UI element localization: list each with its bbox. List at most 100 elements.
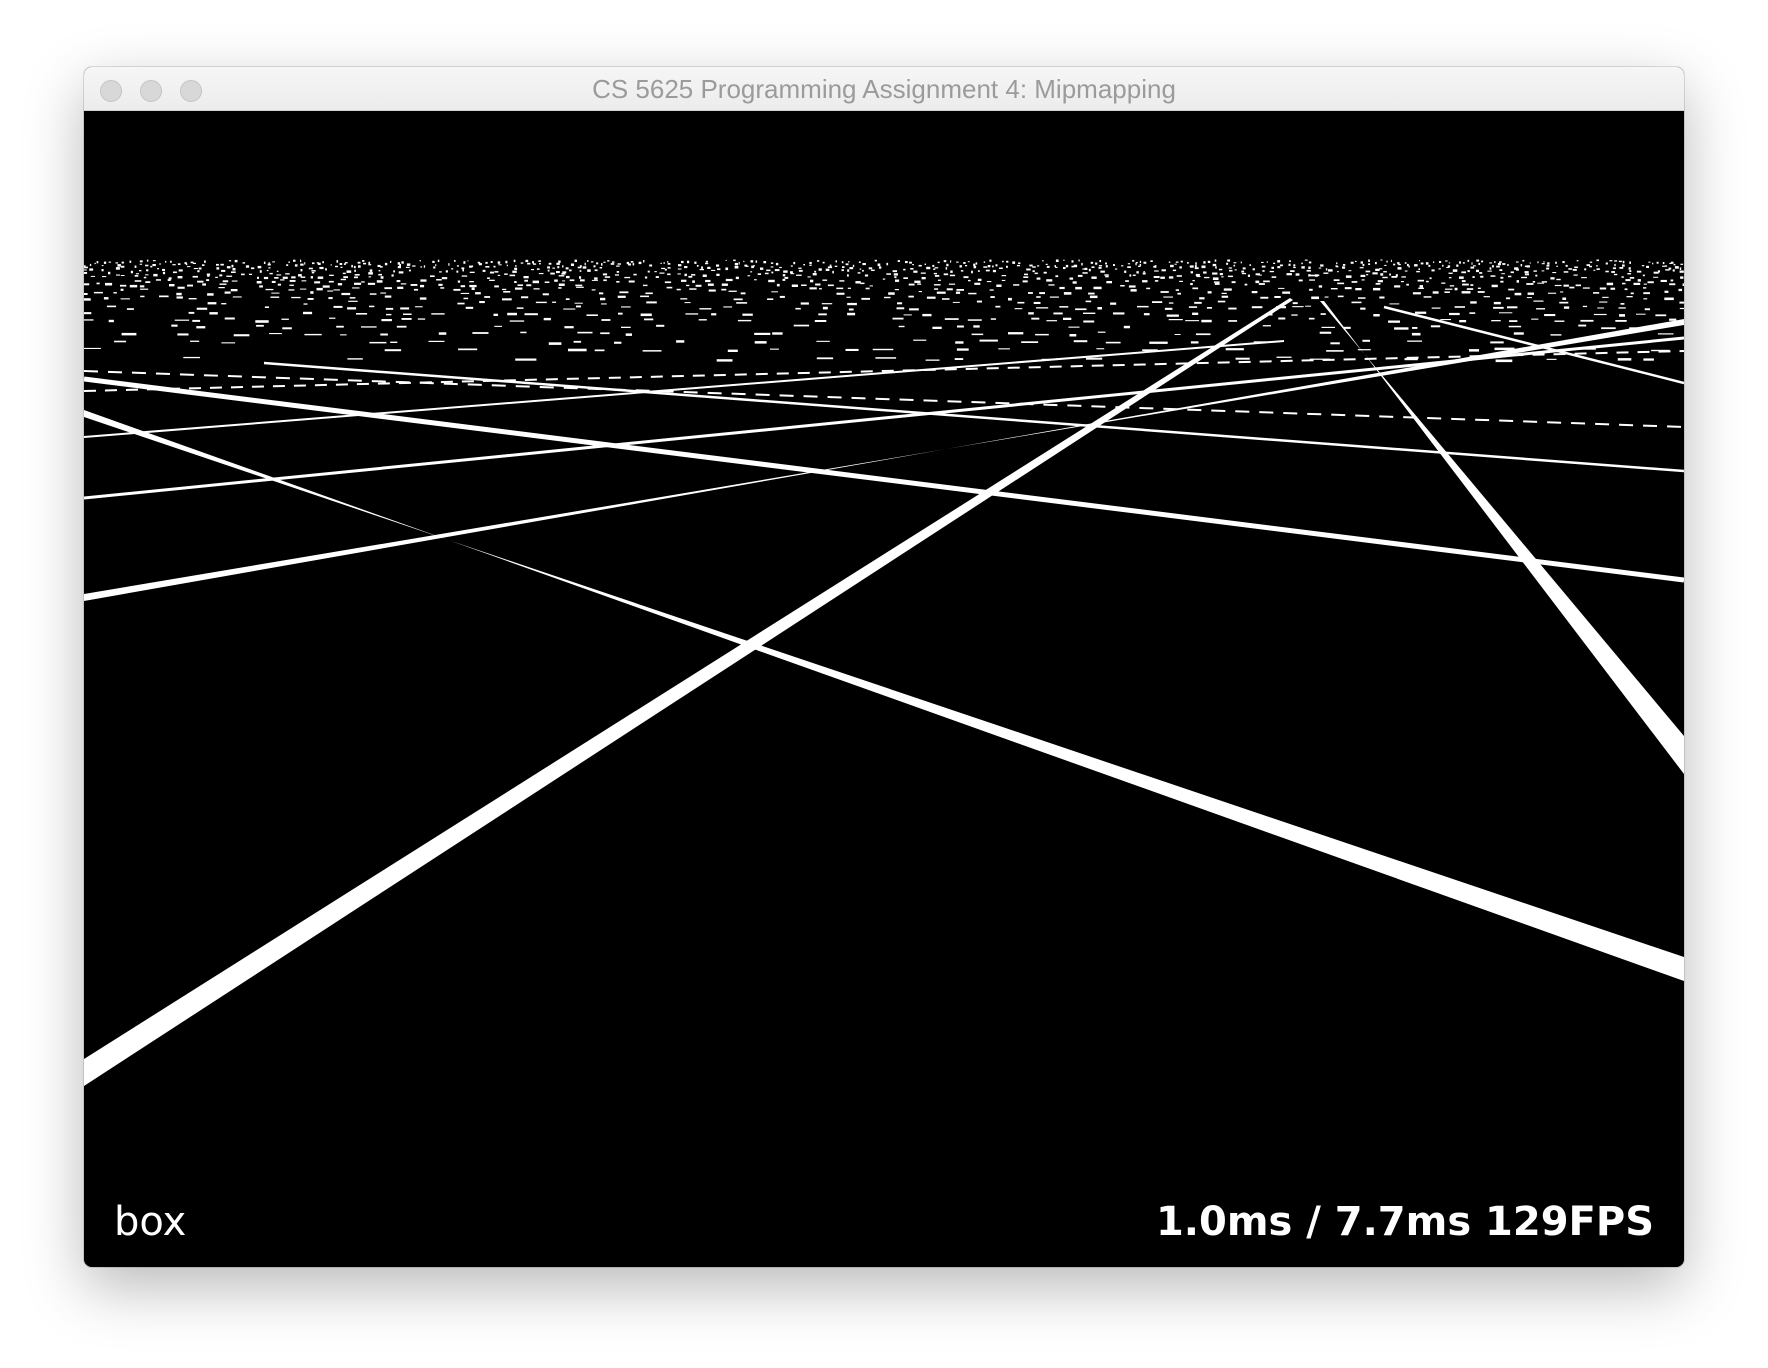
far-texture-fleck <box>1448 277 1452 279</box>
far-texture-fleck <box>1360 261 1363 264</box>
far-texture-fleck <box>293 259 296 262</box>
far-texture-fleck <box>1142 280 1148 283</box>
title-bar[interactable]: CS 5625 Programming Assignment 4: Mipmap… <box>84 67 1684 111</box>
far-texture-fleck <box>882 278 886 280</box>
far-texture-fleck <box>1143 313 1150 316</box>
far-texture-fleck <box>790 271 793 274</box>
far-texture-fleck <box>1596 259 1599 262</box>
app-window: CS 5625 Programming Assignment 4: Mipmap… <box>84 67 1684 1267</box>
far-texture-fleck <box>1679 270 1684 273</box>
far-texture-fleck <box>914 280 921 283</box>
far-texture-fleck <box>1069 277 1074 280</box>
far-texture-fleck <box>269 333 282 335</box>
far-texture-fleck <box>1085 300 1092 303</box>
far-texture-fleck <box>269 272 273 275</box>
far-texture-fleck <box>1247 274 1250 277</box>
far-texture-fleck <box>1128 285 1136 288</box>
far-texture-fleck <box>616 265 620 267</box>
far-texture-fleck <box>526 284 532 287</box>
far-texture-fleck <box>1194 267 1199 270</box>
far-texture-fleck <box>1449 285 1455 287</box>
far-texture-fleck <box>1154 280 1159 282</box>
far-texture-fleck <box>1154 270 1159 272</box>
far-texture-fleck <box>542 293 549 296</box>
far-texture-fleck <box>197 280 204 283</box>
far-texture-fleck <box>1143 261 1147 264</box>
far-texture-fleck <box>594 277 598 280</box>
far-texture-fleck <box>523 276 529 279</box>
far-texture-fleck <box>1160 276 1165 279</box>
far-texture-fleck <box>1091 276 1097 279</box>
far-texture-fleck <box>569 269 572 272</box>
far-texture-fleck <box>905 261 908 264</box>
far-texture-fleck <box>1328 269 1333 272</box>
far-texture-fleck <box>354 276 358 279</box>
far-texture-fleck <box>1445 288 1453 290</box>
far-texture-fleck <box>1615 320 1627 322</box>
far-texture-fleck <box>347 358 363 360</box>
far-texture-fleck <box>1242 267 1246 270</box>
far-texture-fleck <box>515 358 537 361</box>
far-texture-fleck <box>705 260 708 263</box>
far-texture-fleck <box>393 270 395 273</box>
far-texture-fleck <box>1006 260 1009 263</box>
far-texture-fleck <box>1679 301 1684 304</box>
far-texture-fleck <box>352 287 360 289</box>
far-texture-fleck <box>836 292 845 295</box>
far-texture-fleck <box>1401 276 1406 278</box>
far-texture-fleck <box>716 264 720 267</box>
far-texture-fleck <box>1680 276 1684 279</box>
far-texture-fleck <box>336 260 339 263</box>
far-texture-fleck <box>1163 296 1173 298</box>
far-texture-fleck <box>770 348 779 350</box>
far-texture-fleck <box>1289 260 1291 262</box>
far-texture-fleck <box>1213 281 1220 283</box>
far-texture-fleck <box>1043 271 1047 274</box>
far-texture-fleck <box>376 280 383 283</box>
far-texture-fleck <box>1564 339 1578 341</box>
far-texture-fleck <box>346 270 352 273</box>
far-texture-fleck <box>1682 283 1684 286</box>
far-texture-fleck <box>565 267 569 270</box>
far-texture-fleck <box>617 263 621 265</box>
far-texture-fleck <box>419 297 427 300</box>
far-texture-fleck <box>862 269 864 272</box>
far-texture-fleck <box>1508 325 1522 328</box>
far-texture-fleck <box>809 261 812 265</box>
far-texture-fleck <box>1194 265 1197 268</box>
far-texture-fleck <box>368 276 372 278</box>
far-texture-fleck <box>1490 341 1504 344</box>
far-texture-fleck <box>231 271 236 273</box>
far-texture-fleck <box>628 280 635 283</box>
far-texture-fleck <box>317 276 324 279</box>
far-texture-fleck <box>432 260 435 263</box>
far-texture-fleck <box>1380 259 1383 261</box>
far-texture-fleck <box>268 267 271 269</box>
far-texture-fleck <box>165 261 167 263</box>
far-texture-fleck <box>1228 307 1237 310</box>
far-texture-fleck <box>1679 307 1684 310</box>
far-texture-fleck <box>1318 267 1322 269</box>
far-texture-fleck <box>456 270 459 273</box>
far-texture-fleck <box>1190 283 1193 286</box>
far-texture-fleck <box>174 319 190 321</box>
far-texture-fleck <box>1605 262 1608 265</box>
far-texture-fleck <box>367 282 376 285</box>
far-texture-fleck <box>1142 272 1146 275</box>
far-texture-fleck <box>1277 266 1281 269</box>
far-texture-fleck <box>521 296 529 299</box>
far-texture-fleck <box>1481 260 1484 263</box>
far-texture-fleck <box>954 358 964 360</box>
render-viewport[interactable]: box 1.0ms / 7.7ms 129FPS <box>84 111 1684 1267</box>
far-texture-fleck <box>233 334 250 337</box>
far-texture-fleck <box>1258 274 1262 276</box>
far-texture-fleck <box>1459 320 1467 323</box>
far-texture-fleck <box>1028 312 1034 315</box>
far-texture-fleck <box>1336 262 1338 265</box>
far-texture-fleck <box>1664 290 1669 293</box>
far-texture-fleck <box>847 312 856 316</box>
far-texture-fleck <box>790 273 795 275</box>
far-texture-fleck <box>616 281 620 283</box>
far-texture-fleck <box>103 261 107 264</box>
far-texture-fleck <box>1113 312 1125 315</box>
